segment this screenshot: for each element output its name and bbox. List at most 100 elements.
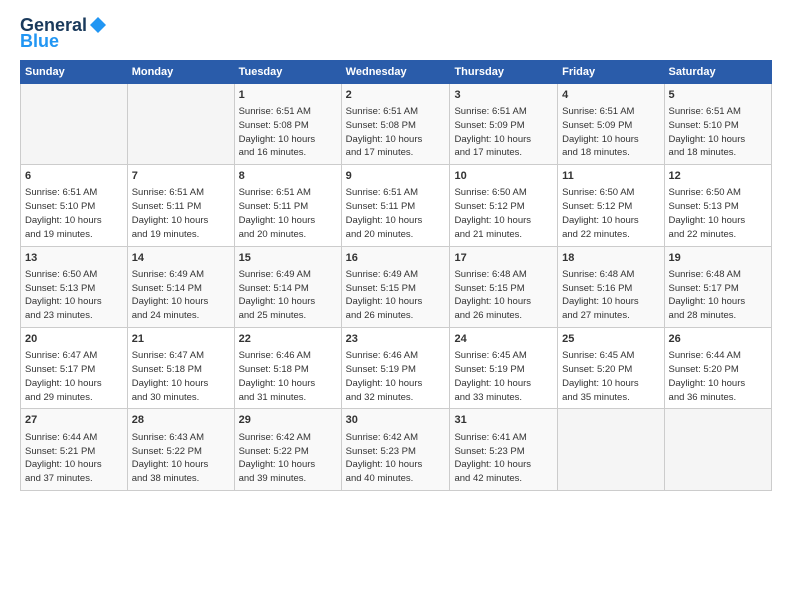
calendar-cell: 31 Sunrise: 6:41 AM Sunset: 5:23 PM Dayli… (450, 409, 558, 490)
day-info: Sunrise: 6:46 AM Sunset: 5:19 PM Dayligh… (346, 349, 446, 404)
calendar-cell: 13 Sunrise: 6:50 AM Sunset: 5:13 PM Dayli… (21, 246, 128, 327)
day-info: Sunrise: 6:44 AM Sunset: 5:20 PM Dayligh… (669, 349, 767, 404)
logo-text-blue: Blue (20, 32, 59, 52)
calendar-cell: 10 Sunrise: 6:50 AM Sunset: 5:12 PM Dayli… (450, 165, 558, 246)
header: General Blue (20, 16, 772, 52)
day-number: 31 (454, 413, 553, 428)
calendar-cell: 9 Sunrise: 6:51 AM Sunset: 5:11 PM Daylig… (341, 165, 450, 246)
calendar-cell: 25Sunrise: 6:45 AM Sunset: 5:20 PM Dayli… (558, 327, 664, 408)
day-number: 9 (346, 169, 446, 184)
day-info: Sunrise: 6:48 AM Sunset: 5:17 PM Dayligh… (669, 268, 767, 323)
day-info: Sunrise: 6:47 AM Sunset: 5:18 PM Dayligh… (132, 349, 230, 404)
day-number: 26 (669, 332, 767, 347)
day-number: 8 (239, 169, 337, 184)
day-info: Sunrise: 6:41 AM Sunset: 5:23 PM Dayligh… (454, 431, 553, 486)
day-number: 28 (132, 413, 230, 428)
weekday-header-tuesday: Tuesday (234, 60, 341, 83)
day-number: 6 (25, 169, 123, 184)
day-number: 19 (669, 251, 767, 266)
day-info: Sunrise: 6:47 AM Sunset: 5:17 PM Dayligh… (25, 349, 123, 404)
day-number: 14 (132, 251, 230, 266)
calendar-header: SundayMondayTuesdayWednesdayThursdayFrid… (21, 60, 772, 83)
day-info: Sunrise: 6:48 AM Sunset: 5:16 PM Dayligh… (562, 268, 659, 323)
logo-icon (89, 16, 107, 34)
calendar-cell: 26 Sunrise: 6:44 AM Sunset: 5:20 PM Dayli… (664, 327, 771, 408)
week-row-2: 6Sunrise: 6:51 AM Sunset: 5:10 PM Daylig… (21, 165, 772, 246)
weekday-row: SundayMondayTuesdayWednesdayThursdayFrid… (21, 60, 772, 83)
day-number: 10 (454, 169, 553, 184)
calendar-body: 1 Sunrise: 6:51 AM Sunset: 5:08 PM Daylig… (21, 83, 772, 490)
day-info: Sunrise: 6:43 AM Sunset: 5:22 PM Dayligh… (132, 431, 230, 486)
day-info: Sunrise: 6:51 AM Sunset: 5:11 PM Dayligh… (346, 186, 446, 241)
day-info: Sunrise: 6:49 AM Sunset: 5:14 PM Dayligh… (132, 268, 230, 323)
day-number: 29 (239, 413, 337, 428)
calendar-cell: 23 Sunrise: 6:46 AM Sunset: 5:19 PM Dayli… (341, 327, 450, 408)
day-number: 11 (562, 169, 659, 184)
day-number: 3 (454, 88, 553, 103)
weekday-header-friday: Friday (558, 60, 664, 83)
day-number: 23 (346, 332, 446, 347)
day-info: Sunrise: 6:50 AM Sunset: 5:12 PM Dayligh… (454, 186, 553, 241)
day-number: 17 (454, 251, 553, 266)
day-number: 24 (454, 332, 553, 347)
weekday-header-sunday: Sunday (21, 60, 128, 83)
day-info: Sunrise: 6:51 AM Sunset: 5:11 PM Dayligh… (132, 186, 230, 241)
day-number: 30 (346, 413, 446, 428)
day-number: 5 (669, 88, 767, 103)
weekday-header-saturday: Saturday (664, 60, 771, 83)
day-info: Sunrise: 6:51 AM Sunset: 5:11 PM Dayligh… (239, 186, 337, 241)
calendar-cell: 29Sunrise: 6:42 AM Sunset: 5:22 PM Dayli… (234, 409, 341, 490)
day-info: Sunrise: 6:51 AM Sunset: 5:08 PM Dayligh… (239, 105, 337, 160)
day-info: Sunrise: 6:42 AM Sunset: 5:23 PM Dayligh… (346, 431, 446, 486)
calendar-cell (21, 83, 128, 164)
calendar-cell (664, 409, 771, 490)
day-number: 2 (346, 88, 446, 103)
day-info: Sunrise: 6:45 AM Sunset: 5:20 PM Dayligh… (562, 349, 659, 404)
calendar-cell: 1 Sunrise: 6:51 AM Sunset: 5:08 PM Daylig… (234, 83, 341, 164)
day-info: Sunrise: 6:49 AM Sunset: 5:14 PM Dayligh… (239, 268, 337, 323)
day-number: 1 (239, 88, 337, 103)
calendar-cell: 30 Sunrise: 6:42 AM Sunset: 5:23 PM Dayli… (341, 409, 450, 490)
weekday-header-monday: Monday (127, 60, 234, 83)
calendar-cell: 4 Sunrise: 6:51 AM Sunset: 5:09 PM Daylig… (558, 83, 664, 164)
calendar-cell: 28 Sunrise: 6:43 AM Sunset: 5:22 PM Dayli… (127, 409, 234, 490)
weekday-header-wednesday: Wednesday (341, 60, 450, 83)
weekday-header-thursday: Thursday (450, 60, 558, 83)
page: General Blue SundayMondayTuesdayWednesda… (0, 0, 792, 612)
calendar-cell: 3 Sunrise: 6:51 AM Sunset: 5:09 PM Daylig… (450, 83, 558, 164)
calendar-cell: 8 Sunrise: 6:51 AM Sunset: 5:11 PM Daylig… (234, 165, 341, 246)
day-number: 4 (562, 88, 659, 103)
day-number: 16 (346, 251, 446, 266)
calendar-cell: 2 Sunrise: 6:51 AM Sunset: 5:08 PM Daylig… (341, 83, 450, 164)
day-number: 20 (25, 332, 123, 347)
day-info: Sunrise: 6:45 AM Sunset: 5:19 PM Dayligh… (454, 349, 553, 404)
calendar-cell: 20 Sunrise: 6:47 AM Sunset: 5:17 PM Dayli… (21, 327, 128, 408)
day-info: Sunrise: 6:50 AM Sunset: 5:12 PM Dayligh… (562, 186, 659, 241)
day-info: Sunrise: 6:50 AM Sunset: 5:13 PM Dayligh… (25, 268, 123, 323)
day-number: 15 (239, 251, 337, 266)
day-number: 18 (562, 251, 659, 266)
day-info: Sunrise: 6:51 AM Sunset: 5:08 PM Dayligh… (346, 105, 446, 160)
day-number: 13 (25, 251, 123, 266)
calendar-cell: 14 Sunrise: 6:49 AM Sunset: 5:14 PM Dayli… (127, 246, 234, 327)
week-row-3: 13 Sunrise: 6:50 AM Sunset: 5:13 PM Dayli… (21, 246, 772, 327)
calendar-cell: 27 Sunrise: 6:44 AM Sunset: 5:21 PM Dayli… (21, 409, 128, 490)
day-number: 27 (25, 413, 123, 428)
calendar-cell: 17 Sunrise: 6:48 AM Sunset: 5:15 PM Dayli… (450, 246, 558, 327)
week-row-4: 20 Sunrise: 6:47 AM Sunset: 5:17 PM Dayli… (21, 327, 772, 408)
day-number: 12 (669, 169, 767, 184)
calendar-cell: 16 Sunrise: 6:49 AM Sunset: 5:15 PM Dayli… (341, 246, 450, 327)
day-info: Sunrise: 6:46 AM Sunset: 5:18 PM Dayligh… (239, 349, 337, 404)
day-info: Sunrise: 6:48 AM Sunset: 5:15 PM Dayligh… (454, 268, 553, 323)
week-row-1: 1 Sunrise: 6:51 AM Sunset: 5:08 PM Daylig… (21, 83, 772, 164)
calendar-cell: 5Sunrise: 6:51 AM Sunset: 5:10 PM Daylig… (664, 83, 771, 164)
day-info: Sunrise: 6:51 AM Sunset: 5:09 PM Dayligh… (562, 105, 659, 160)
calendar-cell: 21Sunrise: 6:47 AM Sunset: 5:18 PM Dayli… (127, 327, 234, 408)
day-number: 7 (132, 169, 230, 184)
day-info: Sunrise: 6:49 AM Sunset: 5:15 PM Dayligh… (346, 268, 446, 323)
calendar-cell (127, 83, 234, 164)
calendar-cell: 18 Sunrise: 6:48 AM Sunset: 5:16 PM Dayli… (558, 246, 664, 327)
day-info: Sunrise: 6:51 AM Sunset: 5:09 PM Dayligh… (454, 105, 553, 160)
day-info: Sunrise: 6:44 AM Sunset: 5:21 PM Dayligh… (25, 431, 123, 486)
day-number: 22 (239, 332, 337, 347)
